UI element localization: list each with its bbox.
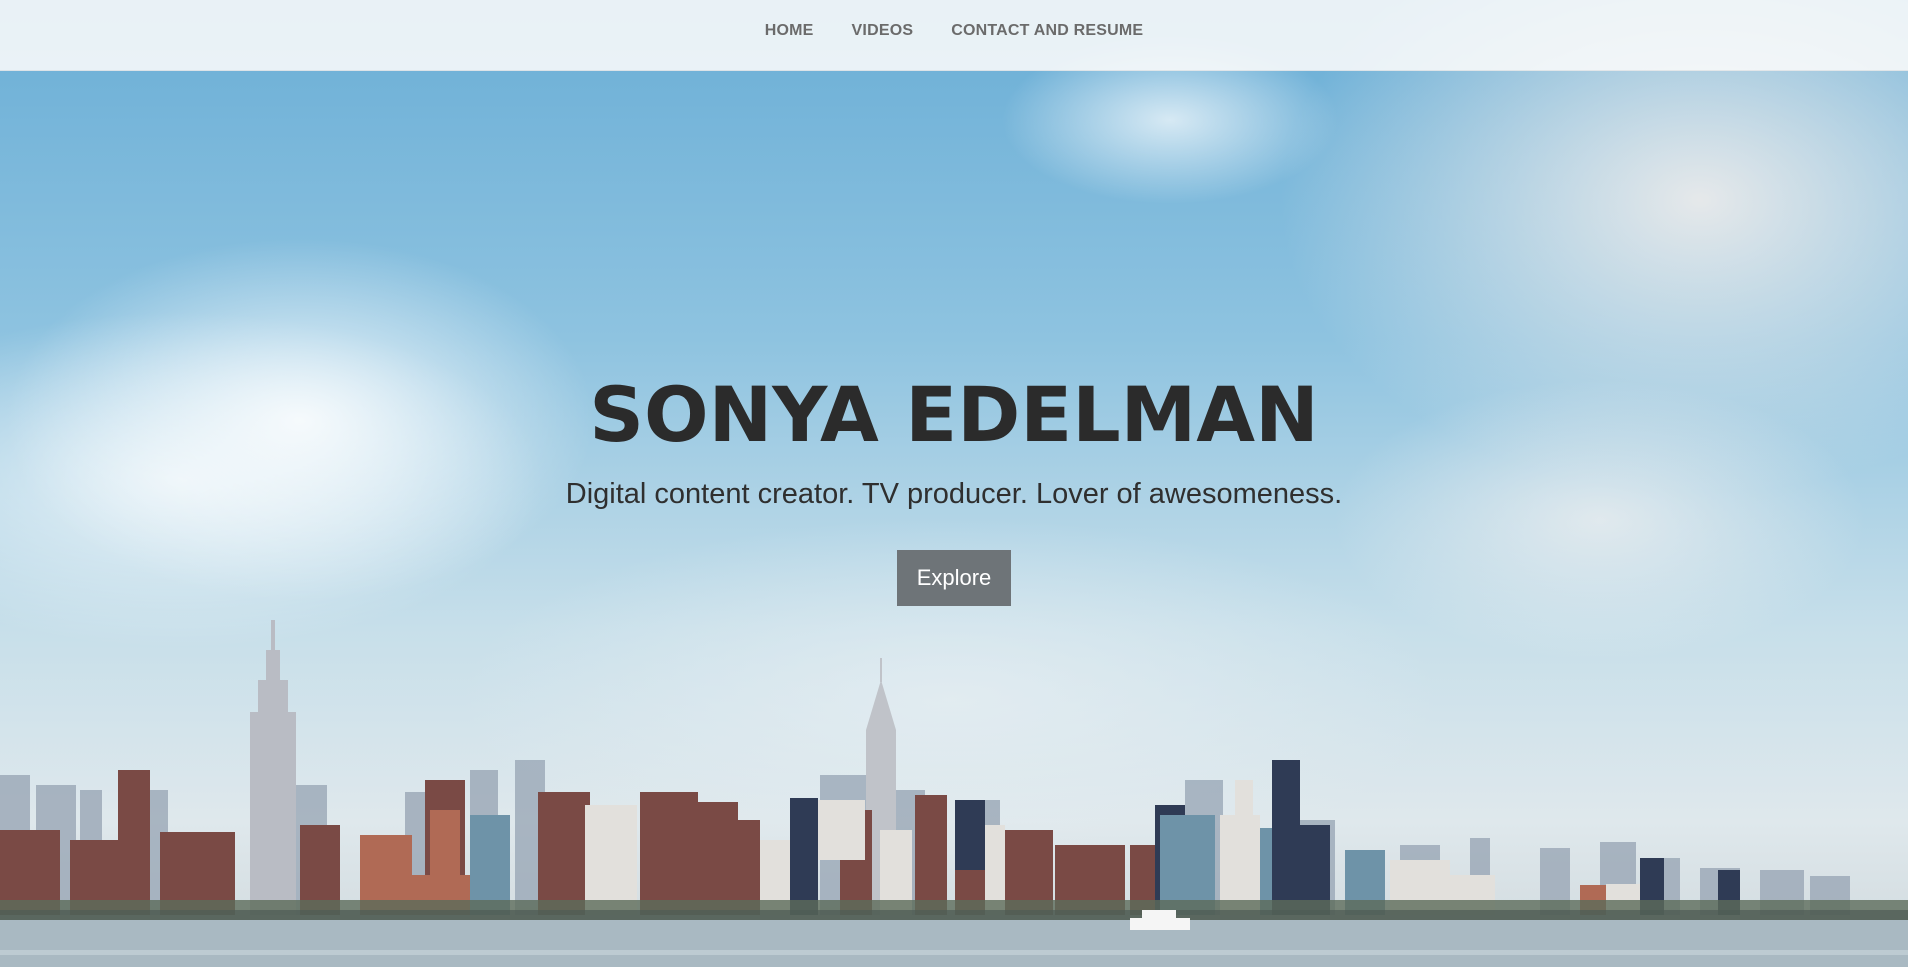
- city-skyline-image: [0, 620, 1908, 967]
- nav-link-contact-and-resume[interactable]: CONTACT AND RESUME: [951, 22, 1143, 40]
- hero-content: SONYA EDELMAN Digital content creator. T…: [0, 360, 1908, 606]
- top-nav-bar: HOME VIDEOS CONTACT AND RESUME: [0, 0, 1908, 71]
- explore-button[interactable]: Explore: [896, 550, 1012, 606]
- page: HOME VIDEOS CONTACT AND RESUME SONYA EDE…: [0, 0, 1908, 967]
- nav-link-home[interactable]: HOME: [765, 22, 814, 40]
- hero-title: SONYA EDELMAN: [589, 370, 1319, 459]
- hero-subtitle: Digital content creator. TV producer. Lo…: [565, 478, 1343, 510]
- nav-link-videos[interactable]: VIDEOS: [852, 22, 914, 40]
